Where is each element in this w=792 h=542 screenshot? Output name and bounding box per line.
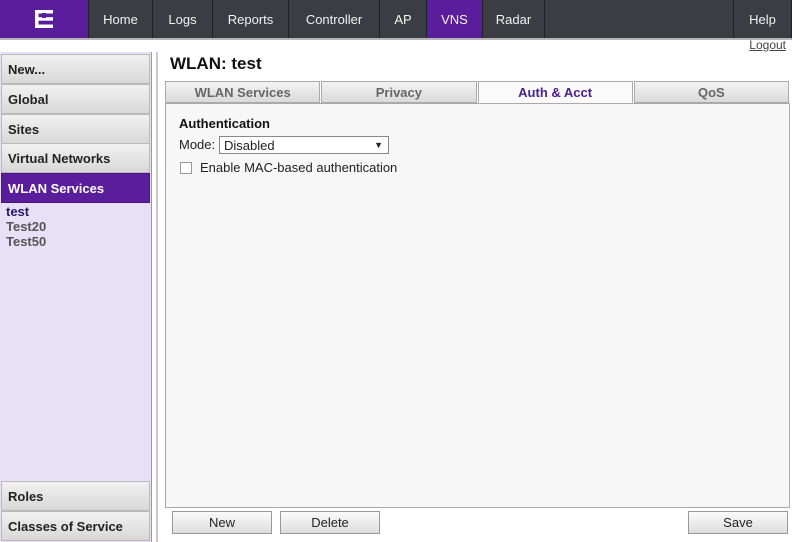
mode-label: Mode: [179,137,216,152]
nav-vns[interactable]: VNS [427,0,483,38]
authentication-heading: Authentication [179,116,270,131]
nav-help[interactable]: Help [734,0,792,38]
mode-select-value: Disabled [224,137,275,153]
wlan-link-test20[interactable]: Test20 [6,219,46,234]
tab-wlan-services[interactable]: WLAN Services [165,81,321,103]
top-navigation-bar: Home Logs Reports Controller AP VNS Rada… [0,0,792,38]
mac-auth-checkbox[interactable] [180,161,192,174]
sidebar-item-wlan-services[interactable]: WLAN Services [1,173,150,203]
sidebar-divider [156,52,158,542]
mac-auth-label: Enable MAC-based authentication [200,160,398,175]
tab-privacy[interactable]: Privacy [321,81,477,103]
nav-logs[interactable]: Logs [153,0,213,38]
nav-radar[interactable]: Radar [483,0,545,38]
auth-panel: Authentication Mode: Disabled ▼ Enable M… [165,103,790,508]
nav-shadow [0,38,792,40]
new-button[interactable]: New [172,511,272,534]
wlan-link-test50[interactable]: Test50 [6,234,46,249]
wlan-list: test Test20 Test50 [6,204,46,249]
nav-ap[interactable]: AP [380,0,427,38]
tab-auth-acct[interactable]: Auth & Acct [477,81,633,103]
page-title: WLAN: test [170,54,262,73]
tab-qos[interactable]: QoS [633,81,789,103]
sidebar-item-roles[interactable]: Roles [1,481,150,511]
nav-spacer [545,0,734,38]
sidebar-item-new[interactable]: New... [1,54,150,84]
save-button[interactable]: Save [688,511,788,534]
dropdown-arrow-icon: ▼ [374,140,383,150]
sidebar-item-virtual-networks[interactable]: Virtual Networks [1,143,150,173]
mode-select[interactable]: Disabled ▼ [219,136,389,154]
sidebar-item-sites[interactable]: Sites [1,114,150,144]
mac-auth-row: Enable MAC-based authentication [180,160,397,175]
nav-home[interactable]: Home [89,0,153,38]
wlan-link-test[interactable]: test [6,204,46,219]
delete-button[interactable]: Delete [280,511,380,534]
sidebar-item-classes-of-service[interactable]: Classes of Service [1,511,150,541]
extreme-logo-icon[interactable] [0,0,89,38]
logout-link[interactable]: Logout [749,38,786,52]
sidebar: New... Global Sites Virtual Networks WLA… [0,52,152,542]
sidebar-item-global[interactable]: Global [1,84,150,114]
nav-controller[interactable]: Controller [289,0,380,38]
nav-reports[interactable]: Reports [213,0,289,38]
tab-bar: WLAN Services Privacy Auth & Acct QoS [165,81,790,103]
